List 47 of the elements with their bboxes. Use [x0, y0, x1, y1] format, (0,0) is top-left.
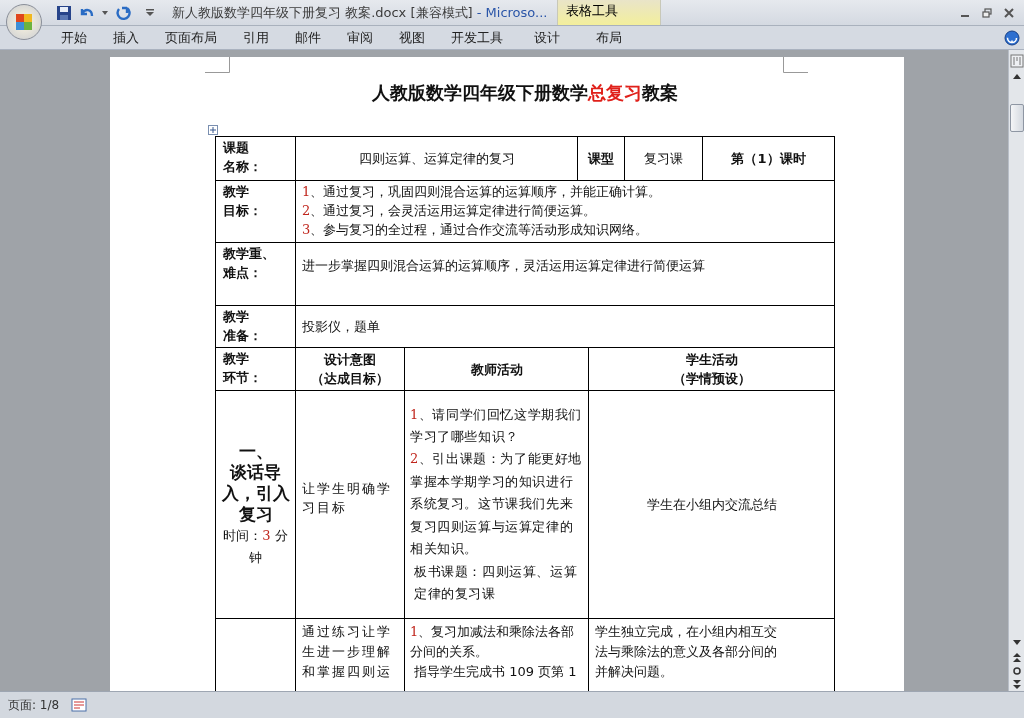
scrollbar-thumb[interactable]	[1009, 104, 1024, 132]
column-header: 学生活动 （学情预设）	[588, 347, 835, 391]
office-button[interactable]	[6, 4, 42, 40]
ribbon-tab[interactable]: 邮件	[282, 25, 334, 50]
column-header: 教师活动	[404, 347, 589, 391]
table-cell: 投影仪，题单	[295, 305, 835, 348]
window-title: 新人教版数学四年级下册复习 教案.docx [兼容模式] - Microso...	[172, 3, 548, 22]
dropdown-caret-icon[interactable]	[102, 10, 108, 15]
context-tab-group: 表格工具	[557, 0, 662, 25]
page-count[interactable]: 页面: 1/8	[8, 696, 60, 714]
office-logo-icon	[16, 14, 32, 30]
table-cell: 四则运算、运算定律的复习	[295, 136, 578, 181]
table-cell: 进一步掌握四则混合运算的运算顺序，灵活运用运算定律进行简便运算	[295, 242, 835, 306]
table-cell: 教学 准备：	[215, 305, 296, 348]
save-icon[interactable]	[56, 4, 72, 21]
ruler-toggle-icon[interactable]	[1009, 54, 1024, 68]
ribbon-tab[interactable]: 引用	[230, 25, 282, 50]
ribbon-tab[interactable]: 页面布局	[152, 25, 230, 50]
restore-icon[interactable]	[982, 7, 992, 18]
column-header: 设计意图 （达成目标）	[295, 347, 405, 391]
ribbon-tab[interactable]: 设计	[516, 25, 578, 50]
table-cell: 教学 环节：	[215, 347, 296, 391]
table-move-handle[interactable]	[208, 125, 218, 135]
ribbon-tab[interactable]: 布局	[578, 25, 640, 50]
table-cell: 一、 谈话导 入，引入 复习 时间：3 分钟	[215, 390, 296, 619]
crop-mark	[783, 57, 808, 73]
close-icon[interactable]	[1004, 7, 1014, 18]
table-cell: 第（1）课时	[702, 136, 835, 181]
customize-toolbar-icon[interactable]	[146, 9, 154, 16]
ribbon-tab[interactable]: 开始	[48, 25, 100, 50]
ribbon-tab[interactable]: 插入	[100, 25, 152, 50]
table-cell: 1、通过复习，巩固四则混合运算的运算顺序，并能正确计算。 2、通过复习，会灵活运用运算定律进行简便运算。 3、参与复习的全过程，通过合作交流等活动形成知识网络。	[295, 180, 835, 243]
ribbon-tab[interactable]: 视图	[386, 25, 438, 50]
table-cell: 学生在小组内交流总结	[588, 390, 835, 619]
ribbon-tab[interactable]: 开发工具	[438, 25, 516, 50]
table-cell: 教学 目标：	[215, 180, 296, 243]
table-cell: 课型	[577, 136, 625, 181]
redo-icon[interactable]	[115, 4, 131, 21]
ribbon-tab[interactable]: 审阅	[334, 25, 386, 50]
table-cell: 复习课	[624, 136, 703, 181]
table-cell: 1、请同学们回忆这学期我们学习了哪些知识？ 2、引出课题：为了能更好地掌握本学期学习的知识进行系统复习。这节课我们先来复习四则运算与运算定律的相关知识。 板书课题：四则运算、运算定律的复习课	[404, 390, 589, 619]
table-cell: 课题 名称：	[215, 136, 296, 181]
crop-mark	[205, 57, 230, 73]
proofing-icon[interactable]	[71, 698, 88, 712]
document-title: 人教版数学四年级下册数学总复习教案	[371, 81, 679, 105]
table-cell: 让学生明确学习目标	[295, 390, 405, 619]
table-cell: 教学重、 难点：	[215, 242, 296, 306]
